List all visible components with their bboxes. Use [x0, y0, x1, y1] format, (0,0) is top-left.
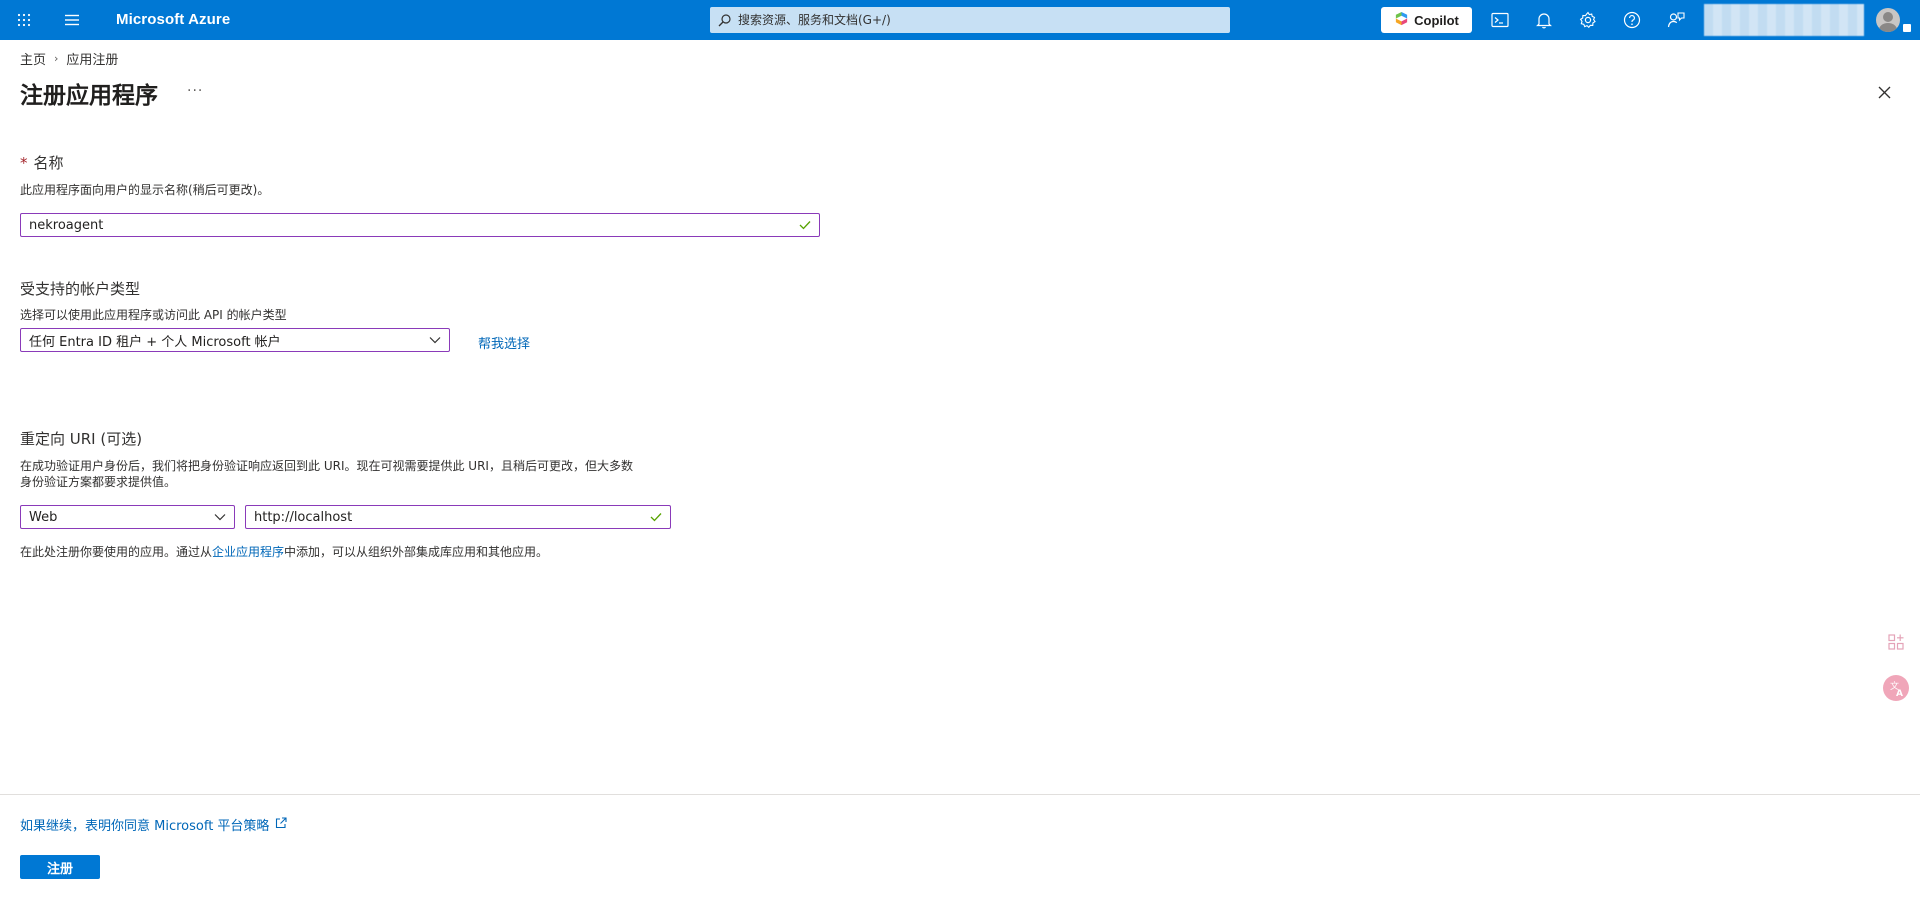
side-tool-icon[interactable]	[1882, 628, 1910, 656]
global-search[interactable]	[710, 7, 1230, 33]
copilot-icon	[1394, 11, 1409, 29]
redirect-note-before: 在此处注册你要使用的应用。通过从	[20, 545, 213, 559]
valid-check-icon	[797, 217, 813, 233]
redirect-uri-title: 重定向 URI (可选)	[20, 430, 143, 448]
search-icon	[718, 13, 732, 27]
policy-row: 如果继续，表明你同意 Microsoft 平台策略	[20, 815, 287, 834]
redirect-note: 在此处注册你要使用的应用。通过从企业应用程序中添加，可以从组织外部集成库应用和其…	[20, 544, 548, 560]
feedback-icon[interactable]	[1664, 8, 1688, 32]
close-icon[interactable]	[1874, 82, 1894, 102]
app-launcher-icon[interactable]	[12, 8, 36, 32]
breadcrumb-home[interactable]: 主页	[20, 49, 46, 68]
account-type-value: 任何 Entra ID 租户 + 个人 Microsoft 帐户	[29, 334, 281, 350]
name-input[interactable]	[21, 217, 797, 233]
help-me-choose-link[interactable]: 帮我选择	[478, 333, 530, 352]
redirect-note-after: 中添加，可以从组织外部集成库应用和其他应用。	[284, 545, 549, 559]
breadcrumb-app-registrations[interactable]: 应用注册	[66, 49, 118, 68]
footer-divider	[0, 794, 1920, 795]
redirect-uri-description-line1: 在成功验证用户身份后，我们将把身份验证响应返回到此 URI。现在可视需要提供此 …	[20, 459, 633, 473]
settings-gear-icon[interactable]	[1576, 8, 1600, 32]
search-input[interactable]	[738, 13, 1218, 27]
page-title: 注册应用程序	[20, 83, 158, 109]
breadcrumb: 主页 › 应用注册	[20, 49, 118, 68]
top-bar: Microsoft Azure Copilot	[0, 0, 1920, 40]
account-type-select[interactable]: 任何 Entra ID 租户 + 个人 Microsoft 帐户	[20, 328, 450, 352]
lock-icon	[1903, 24, 1911, 32]
redirect-uri-input[interactable]	[246, 509, 648, 525]
svg-text:A: A	[1896, 689, 1903, 699]
redirect-uri-field[interactable]	[245, 505, 671, 529]
name-description: 此应用程序面向用户的显示名称(稍后可更改)。	[20, 183, 270, 197]
cloud-shell-icon[interactable]	[1488, 8, 1512, 32]
account-type-title: 受支持的帐户类型	[20, 280, 141, 298]
chevron-down-icon	[427, 332, 443, 348]
redirect-uri-description-line2: 身份验证方案都要求提供值。	[20, 475, 177, 489]
copilot-button[interactable]: Copilot	[1381, 7, 1472, 33]
copilot-label: Copilot	[1414, 12, 1459, 28]
chevron-down-icon	[212, 509, 228, 525]
platform-value: Web	[29, 509, 58, 525]
help-question-icon[interactable]	[1620, 8, 1644, 32]
required-mark: *	[20, 154, 28, 172]
name-field[interactable]	[20, 213, 820, 237]
register-button[interactable]: 注册	[20, 855, 100, 879]
external-link-icon	[275, 816, 287, 833]
hamburger-menu-icon[interactable]	[60, 8, 84, 32]
brand-title[interactable]: Microsoft Azure	[116, 0, 230, 40]
account-info-blurred[interactable]	[1704, 4, 1864, 36]
account-type-description: 选择可以使用此应用程序或访问此 API 的帐户类型	[20, 308, 287, 322]
enterprise-apps-link[interactable]: 企业应用程序	[212, 545, 284, 559]
notifications-bell-icon[interactable]	[1532, 8, 1556, 32]
avatar[interactable]	[1876, 8, 1900, 32]
name-section-title: * 名称	[20, 152, 64, 173]
more-options-button[interactable]: ···	[187, 83, 203, 99]
translate-icon[interactable]: 文A	[1882, 674, 1910, 702]
platform-select[interactable]: Web	[20, 505, 235, 529]
name-label: 名称	[33, 154, 64, 172]
chevron-right-icon: ›	[54, 52, 59, 65]
valid-check-icon	[648, 509, 664, 525]
platform-policy-link[interactable]: 如果继续，表明你同意 Microsoft 平台策略	[20, 815, 269, 834]
